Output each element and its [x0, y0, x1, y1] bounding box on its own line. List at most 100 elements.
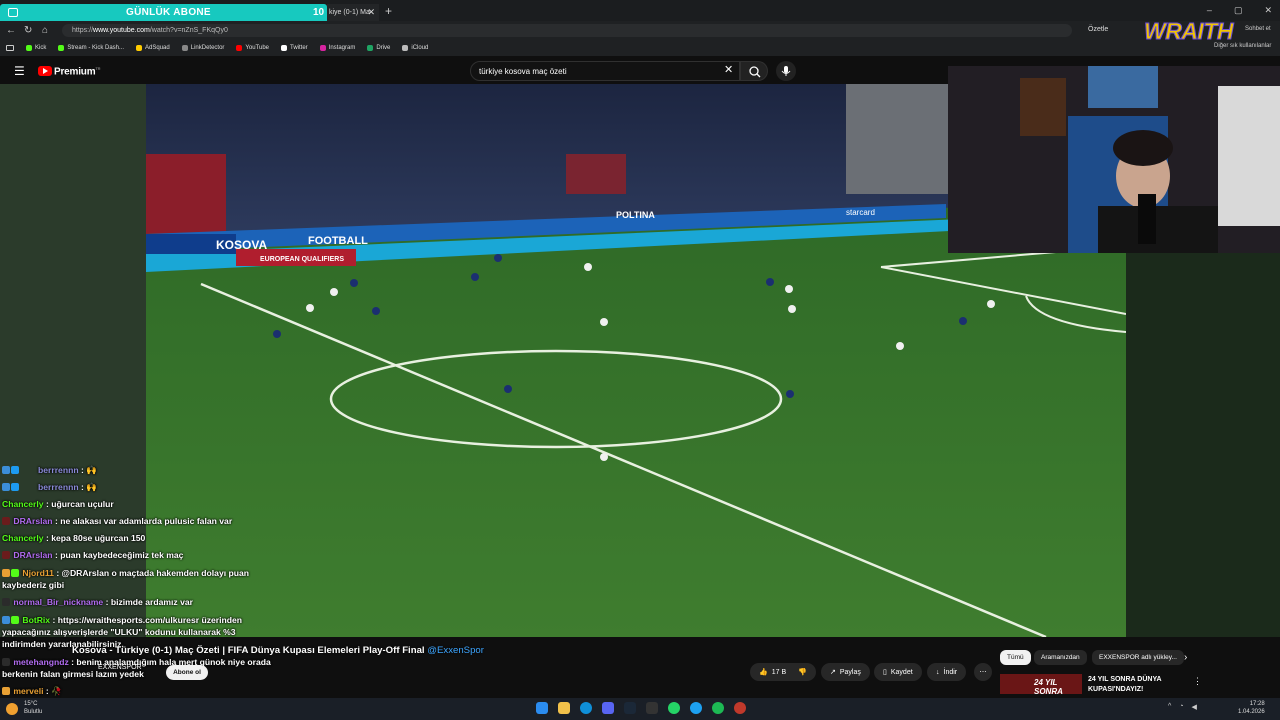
minimize-icon[interactable]: – — [1207, 5, 1212, 16]
bookmarks-icon[interactable] — [6, 45, 14, 51]
user-badge-icon — [2, 658, 10, 666]
taskbar-apps — [536, 702, 746, 714]
user-badge-icon — [2, 551, 10, 559]
chat-message: normal_Bir_nickname : bizimde ardamız va… — [2, 594, 272, 611]
bookmark-item[interactable]: YouTube — [236, 45, 269, 51]
spotify-icon[interactable] — [712, 702, 724, 714]
start-icon[interactable] — [536, 702, 548, 714]
window-controls: – ▢ ✕ — [1207, 5, 1272, 16]
sponsor-logo-wraith: WRAITH — [1144, 18, 1234, 45]
channel-name[interactable]: EXXENSPOR — [98, 664, 142, 671]
wifi-icon[interactable]: ◔ — [1179, 703, 1183, 711]
share-button[interactable]: ↗ Paylaş — [821, 663, 870, 681]
bookmark-icon: ▯ — [883, 669, 887, 676]
app-icon[interactable] — [734, 702, 746, 714]
chat-message: Njord11 : @DRArslan o maçtada hakemden d… — [2, 568, 250, 590]
thumbs-up-icon: 👍 — [759, 669, 768, 676]
chat-message: berrrennn : 🙌 — [2, 479, 272, 496]
recommended-more-icon[interactable]: ⋮ — [1193, 676, 1202, 687]
home-icon[interactable]: ⌂ — [42, 25, 48, 36]
weather-widget[interactable]: 15°C Bulutlu — [24, 700, 42, 716]
more-icon: ⋯ — [979, 669, 987, 676]
volume-icon[interactable]: ◀ — [1192, 703, 1197, 711]
webcam-frame — [948, 66, 1280, 253]
bookmark-item[interactable]: AdSquad — [136, 45, 170, 51]
whatsapp-icon[interactable] — [668, 702, 680, 714]
chat-message: Chancerly : uğurcan uçulur — [2, 499, 114, 509]
clear-search-icon[interactable]: ✕ — [724, 63, 733, 76]
reload-icon[interactable]: ↻ — [24, 25, 32, 36]
close-tab-icon[interactable]: ✕ — [367, 7, 375, 18]
summarize-button[interactable]: Özetle — [1088, 26, 1108, 33]
more-actions-button[interactable]: ⋯ — [974, 663, 992, 681]
filter-chip-all[interactable]: Tümü — [1000, 650, 1031, 665]
edge-icon[interactable] — [580, 702, 592, 714]
channel-mention-link[interactable]: @ExxenSpor — [427, 645, 484, 656]
system-tray: ^ ◔ ◀ — [1168, 703, 1197, 711]
streamer-webcam — [948, 66, 1280, 253]
search-button[interactable] — [740, 61, 768, 81]
back-icon[interactable]: ← — [6, 25, 16, 36]
menu-icon[interactable]: ☰ — [14, 64, 25, 78]
subscriber-badge-icon — [2, 483, 10, 491]
bookmark-item[interactable]: Stream - Kick Dash... — [58, 45, 124, 51]
chat-message: DRArslan : puan kaybedeceğimiz tek maç — [2, 547, 272, 564]
pitch-banner-football: FOOTBALL — [308, 235, 368, 247]
bookmark-item[interactable]: Drive — [367, 45, 390, 51]
dislike-button[interactable]: 👎 — [798, 668, 807, 676]
youtube-logo-text[interactable]: PremiumTR — [54, 66, 101, 77]
microphone-icon — [781, 66, 791, 76]
gift-badge-icon — [2, 569, 10, 577]
app-icon[interactable] — [690, 702, 702, 714]
chat-message: DRArslan : ne alakası var adamlarda pulu… — [2, 513, 272, 530]
bot-badge-icon — [2, 616, 10, 624]
bookmark-item[interactable]: Twitter — [281, 45, 308, 51]
video-right-letterbox — [1126, 253, 1280, 637]
tab-title: kiye (0-1) Ma — [329, 9, 370, 16]
subscribe-button[interactable]: Abone ol — [166, 665, 208, 680]
discord-icon[interactable] — [602, 702, 614, 714]
steam-icon[interactable] — [624, 702, 636, 714]
youtube-logo-icon[interactable] — [38, 66, 52, 76]
subscriber-goal-count: 10 — [313, 7, 325, 18]
new-tab-icon[interactable]: + — [385, 4, 392, 18]
user-badge-icon — [2, 517, 10, 525]
search-icon — [749, 66, 761, 78]
chevron-right-icon[interactable]: › — [1184, 652, 1187, 663]
bookmark-item[interactable]: Instagram — [319, 45, 355, 51]
browser-tab-youtube[interactable]: kiye (0-1) Ma ✕ — [327, 4, 379, 21]
like-button[interactable]: 👍 17 B 👎 — [750, 663, 816, 681]
video-title: Kosova - Türkiye (0-1) Maç Özeti | FIFA … — [72, 645, 484, 656]
url-field[interactable]: https://www.youtube.com/watch?v=nZnS_FKq… — [62, 24, 1072, 37]
tray-chevron-icon[interactable]: ^ — [1168, 703, 1171, 711]
user-badge-icon — [2, 598, 10, 606]
download-button[interactable]: ↓ İndir — [927, 663, 967, 681]
pitch-banner-top: POLTINA — [616, 210, 655, 220]
chat-message: berrrennn : 🙌 — [2, 462, 272, 479]
weather-icon[interactable] — [6, 703, 18, 715]
filter-chip-search[interactable]: Aramanızdan — [1034, 650, 1087, 665]
app-icon[interactable] — [646, 702, 658, 714]
bookmark-item[interactable]: iCloud — [402, 45, 428, 51]
download-icon: ↓ — [936, 668, 940, 676]
file-explorer-icon[interactable] — [558, 702, 570, 714]
thumbs-down-icon: 👎 — [798, 669, 807, 676]
recommended-thumbnail[interactable]: 24 YIL SONRA — [1000, 674, 1082, 694]
taskbar-clock[interactable]: 17:28 1.04.2026 — [1238, 700, 1265, 716]
save-button[interactable]: ▯ Kaydet — [874, 663, 922, 681]
bookmarks-bar: Kick Stream - Kick Dash... AdSquad LinkD… — [0, 40, 1280, 56]
close-window-icon[interactable]: ✕ — [1264, 5, 1272, 16]
bookmark-item[interactable]: LinkDetector — [181, 45, 224, 51]
chat-button[interactable]: Sohbet et — [1245, 26, 1271, 32]
recommended-title[interactable]: 24 YIL SONRA DÜNYA KUPASI'NDAYIZ! — [1088, 675, 1162, 695]
bookmark-item[interactable]: Kick — [26, 45, 46, 51]
maximize-icon[interactable]: ▢ — [1234, 5, 1243, 16]
subscriber-goal-banner: GÜNLÜK ABONE 10 — [0, 4, 327, 21]
search-input[interactable]: türkiye kosova maç özeti — [470, 61, 740, 81]
chat-message: Chancerly : kepa 80se uğurcan 150 — [2, 533, 146, 543]
pitch-banner-eq: EUROPEAN QUALIFIERS — [260, 256, 344, 263]
share-icon: ↗ — [830, 669, 836, 676]
sidebar-toggle-icon[interactable] — [8, 8, 18, 17]
filter-chip-uploader[interactable]: EXXENSPOR adlı yükley... — [1092, 650, 1184, 665]
voice-search-button[interactable] — [776, 61, 796, 81]
